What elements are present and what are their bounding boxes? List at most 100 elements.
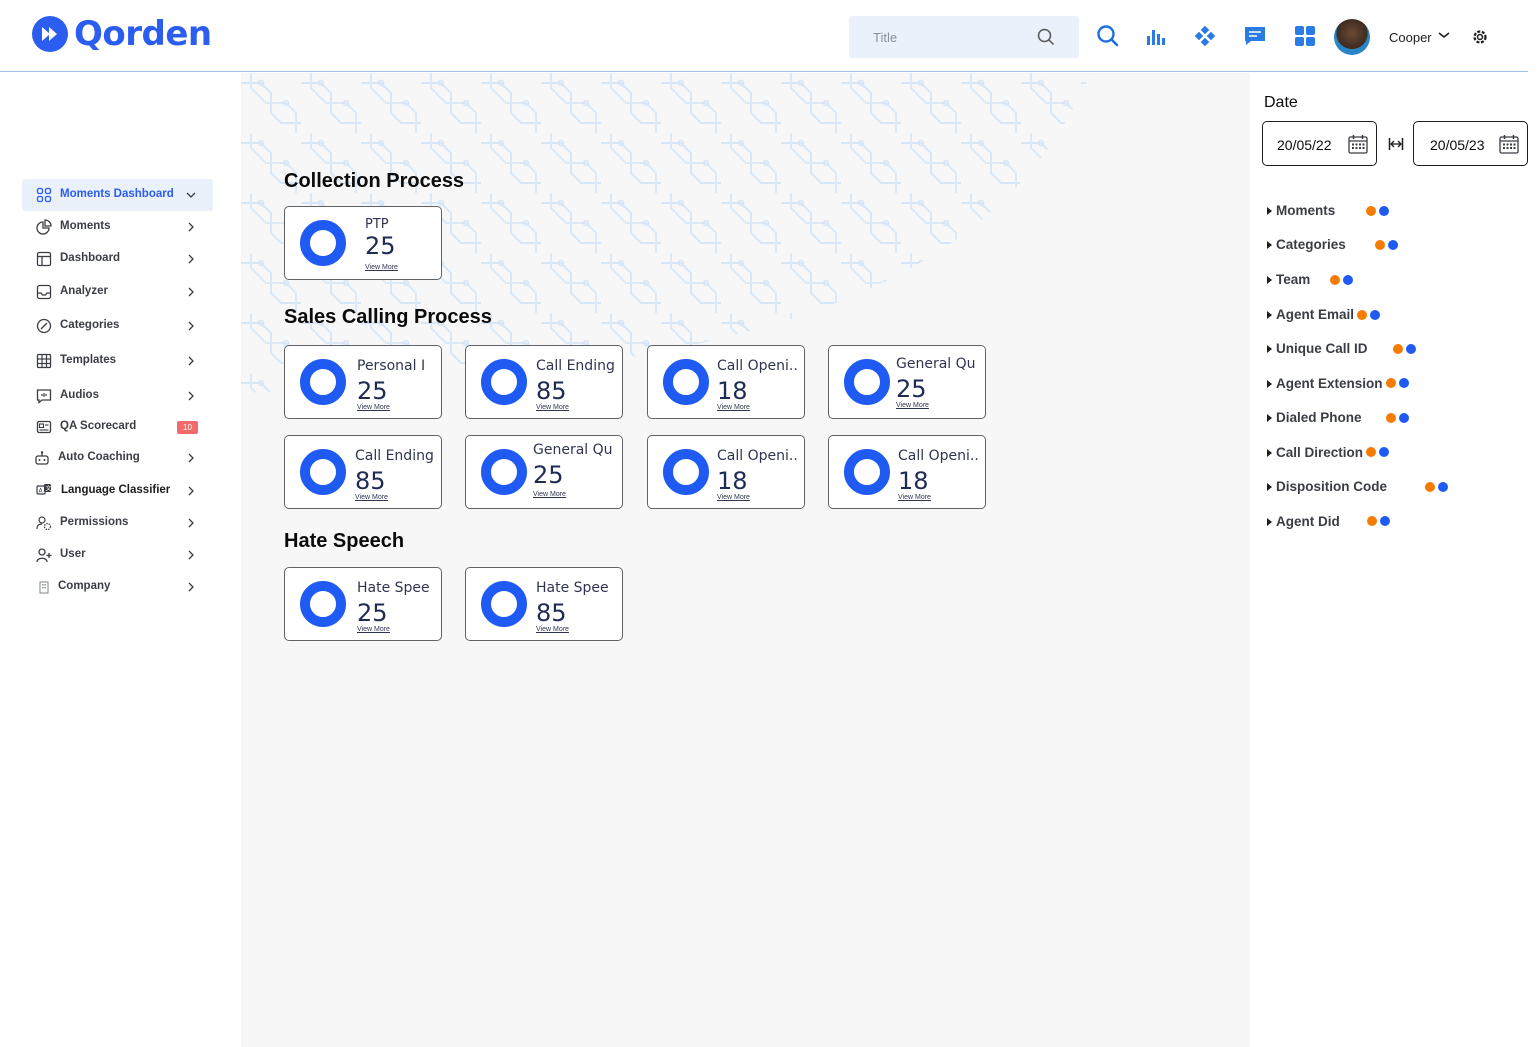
filter-agent-extension[interactable]: Agent Extension [1267, 376, 1383, 391]
chevron-right-icon[interactable] [185, 517, 197, 529]
gear-icon[interactable] [1471, 28, 1489, 46]
chevron-right-icon[interactable] [185, 390, 197, 402]
diamond-grid-icon[interactable] [1193, 24, 1217, 48]
card-value: 18 [717, 467, 748, 495]
chevron-right-icon[interactable] [185, 452, 197, 464]
view-more-link[interactable]: View More [717, 494, 750, 501]
status-dot-blue [1379, 447, 1389, 457]
moment-card[interactable]: Hate Spee 25 View More [284, 567, 442, 641]
filter-unique-call-id[interactable]: Unique Call ID [1267, 341, 1368, 356]
sidebar-item-templates[interactable]: Templates [22, 345, 213, 377]
filter-agent-email[interactable]: Agent Email [1267, 307, 1354, 322]
top-header: Qorden Cooper [0, 0, 1528, 72]
sidebar-item-language-classifier[interactable]: A 文 Language Classifier [22, 475, 213, 507]
status-dot-orange [1425, 482, 1435, 492]
status-dot-blue [1388, 240, 1398, 250]
filter-team[interactable]: Team [1267, 272, 1310, 287]
card-label: General Qu [533, 442, 613, 458]
search-input-icon[interactable] [1037, 28, 1055, 46]
moment-card[interactable]: General Qu 25 View More [465, 435, 623, 509]
card-label: Call Openi.. [717, 448, 798, 464]
view-more-link[interactable]: View More [355, 494, 388, 501]
avatar[interactable] [1334, 19, 1370, 55]
filter-disposition-code[interactable]: Disposition Code [1267, 479, 1387, 494]
sidebar-item-qa-scorecard[interactable]: QA Scorecard 10 [22, 411, 213, 443]
chevron-right-icon[interactable] [185, 221, 197, 233]
view-more-link[interactable]: View More [717, 404, 750, 411]
calendar-icon[interactable] [1348, 134, 1368, 154]
chevron-right-icon[interactable] [185, 253, 197, 265]
moment-card[interactable]: Hate Spee 85 View More [465, 567, 623, 641]
view-more-link[interactable]: View More [533, 491, 566, 498]
sidebar-item-dashboard[interactable]: Dashboard [22, 243, 213, 275]
user-name[interactable]: Cooper [1389, 30, 1432, 45]
moment-card[interactable]: Call Ending 85 View More [465, 345, 623, 419]
caret-right-icon [1267, 448, 1272, 457]
date-to-field[interactable]: 20/05/23 [1413, 121, 1528, 166]
sidebar-item-auto-coaching[interactable]: Auto Coaching [22, 442, 213, 474]
card-value: 25 [896, 375, 927, 403]
bar-chart-icon[interactable] [1144, 24, 1168, 48]
sidebar-item-categories[interactable]: Categories [22, 310, 213, 342]
caret-right-icon [1267, 240, 1272, 249]
date-from-field[interactable]: 20/05/22 [1262, 121, 1377, 166]
search-input[interactable] [849, 16, 1039, 58]
card-label: Call Ending [355, 448, 434, 464]
sidebar-item-moments[interactable]: Moments [22, 211, 213, 243]
card-label: Personal I [357, 358, 426, 374]
filter-label: Agent Extension [1276, 376, 1383, 391]
search-bar[interactable] [849, 16, 1079, 58]
filter-moments[interactable]: Moments [1267, 203, 1335, 218]
chevron-right-icon[interactable] [185, 286, 197, 298]
sidebar-item-company[interactable]: Company [22, 571, 213, 603]
view-more-link[interactable]: View More [357, 404, 390, 411]
sidebar-item-analyzer[interactable]: Analyzer [22, 276, 213, 308]
view-more-link[interactable]: View More [357, 626, 390, 633]
moment-card[interactable]: Personal I 25 View More [284, 345, 442, 419]
sidebar-item-moments-dashboard[interactable]: Moments Dashboard [22, 179, 213, 211]
moment-card[interactable]: Call Openi.. 18 View More [828, 435, 986, 509]
donut-chart [481, 581, 527, 627]
filter-agent-did[interactable]: Agent Did [1267, 514, 1340, 529]
moment-card[interactable]: General Qu 25 View More [828, 345, 986, 419]
view-more-link[interactable]: View More [536, 404, 569, 411]
app-logo[interactable]: Qorden [32, 14, 212, 54]
sidebar-item-user[interactable]: User [22, 539, 213, 571]
donut-chart [844, 449, 890, 495]
sidebar-item-audios[interactable]: Audios [22, 380, 213, 412]
pie-chart-icon [36, 219, 52, 235]
filter-label: Categories [1276, 237, 1346, 252]
chevron-down-icon[interactable] [1437, 30, 1451, 40]
search-icon[interactable] [1096, 24, 1120, 48]
sidebar-item-label: Moments Dashboard [60, 188, 174, 200]
moment-card[interactable]: Call Openi.. 18 View More [647, 345, 805, 419]
donut-chart [300, 581, 346, 627]
moment-card[interactable]: PTP 25 View More [284, 206, 442, 280]
filter-panel: Date 20/05/22 20/05/23 Moments Categorie… [1251, 78, 1540, 1047]
chevron-right-icon[interactable] [185, 320, 197, 332]
view-more-link[interactable]: View More [536, 626, 569, 633]
moment-card[interactable]: Call Openi.. 18 View More [647, 435, 805, 509]
view-more-link[interactable]: View More [898, 494, 931, 501]
scorecard-icon [36, 420, 52, 434]
chevron-right-icon[interactable] [185, 485, 197, 497]
filter-categories[interactable]: Categories [1267, 237, 1346, 252]
chevron-right-icon[interactable] [185, 549, 197, 561]
inbox-icon [36, 284, 52, 300]
chevron-right-icon[interactable] [185, 581, 197, 593]
chevron-down-icon[interactable] [185, 189, 197, 201]
chat-icon[interactable] [1243, 24, 1267, 48]
moment-card[interactable]: Call Ending 85 View More [284, 435, 442, 509]
filter-dialed-phone[interactable]: Dialed Phone [1267, 410, 1362, 425]
view-more-link[interactable]: View More [896, 402, 929, 409]
donut-chart [300, 220, 346, 266]
chevron-right-icon[interactable] [185, 355, 197, 367]
status-dot-orange [1366, 447, 1376, 457]
apps-grid-icon[interactable] [1293, 24, 1317, 48]
status-dot-blue [1399, 378, 1409, 388]
sidebar-item-permissions[interactable]: Permissions [22, 507, 213, 539]
calendar-icon[interactable] [1499, 134, 1519, 154]
compass-icon [36, 318, 52, 334]
filter-call-direction[interactable]: Call Direction [1267, 445, 1363, 460]
view-more-link[interactable]: View More [365, 264, 398, 271]
